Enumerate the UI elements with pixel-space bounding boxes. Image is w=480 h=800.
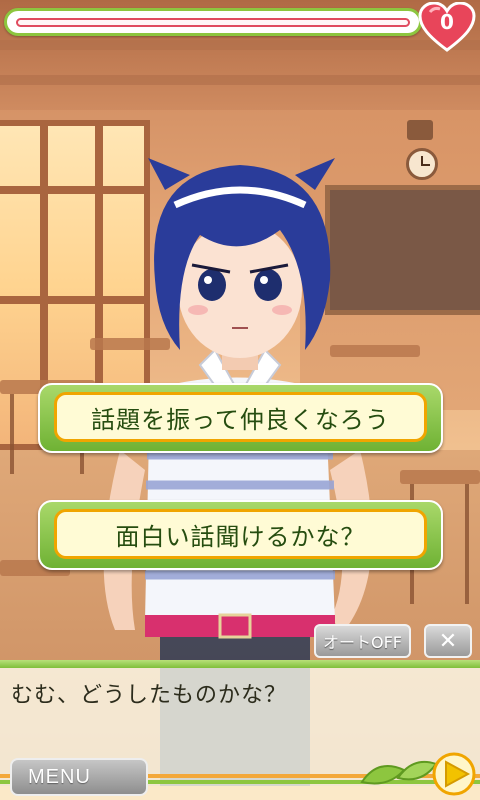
play-arrow-icon[interactable] [358, 748, 476, 798]
dialogue-text: むむ、どうしたものかな？ [11, 683, 288, 708]
ceiling-beam [0, 75, 480, 85]
choice-button-interesting-story[interactable]: 面白い話聞けるかな？ [38, 500, 443, 570]
affection-bar-track [16, 18, 410, 27]
desk [400, 470, 480, 484]
choice-label: 面白い話聞けるかな？ [54, 509, 427, 559]
message-window-border [0, 660, 480, 668]
speaker [407, 120, 433, 140]
menu-button[interactable]: MENU [10, 758, 148, 796]
choice-button-topic[interactable]: 話題を振って仲良くなろう [38, 383, 443, 453]
choice-label: 話題を振って仲良くなろう [54, 392, 427, 442]
wall-clock [406, 148, 438, 180]
affection-bar [4, 8, 422, 36]
affection-count: 0 [440, 10, 454, 34]
close-icon[interactable]: ✕ [424, 624, 472, 658]
auto-toggle-button[interactable]: オートOFF [314, 624, 411, 658]
ceiling-beam [0, 40, 480, 50]
